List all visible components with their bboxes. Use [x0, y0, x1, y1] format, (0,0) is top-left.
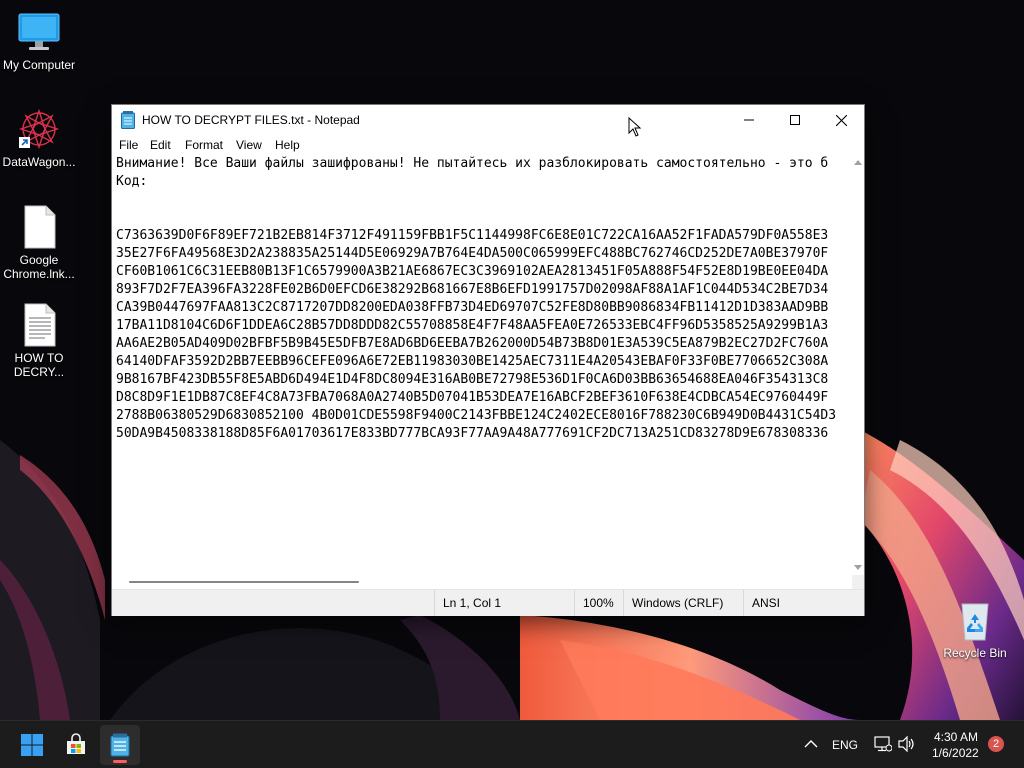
desktop-icon-google-chrome-lnk[interactable]: Google Chrome.lnk... [0, 205, 81, 281]
text-line: 893F7D2F7EA396FA3228FE02B6D0EFCD6E38292B… [116, 282, 829, 297]
minimize-button[interactable] [726, 105, 772, 135]
clock-date[interactable]: 1/6/2022 [932, 746, 979, 760]
line-ending: Windows (CRLF) [623, 590, 743, 616]
start-button[interactable] [12, 725, 52, 765]
notepad-icon [110, 733, 130, 757]
desktop-icon-label: Google Chrome.lnk... [3, 253, 75, 281]
maximize-icon [790, 115, 800, 125]
close-icon [835, 114, 847, 126]
desktop-icon-how-to-decrypt[interactable]: HOW TO DECRY... [0, 303, 81, 379]
text-line: 9B8167BF423DB55F8E5ABD6D494E1D4F8DC8094E… [116, 372, 829, 387]
language-indicator[interactable]: ENG [832, 738, 858, 752]
desktop-icon-label: HOW TO DECRY... [13, 351, 65, 379]
notification-badge[interactable]: 2 [988, 736, 1004, 752]
text-line: Код: [116, 174, 148, 189]
close-button[interactable] [818, 105, 864, 135]
text-line: Внимание! Все Ваши файлы зашифрованы! Не… [116, 156, 829, 171]
minimize-icon [744, 119, 754, 121]
scroll-down-icon [854, 565, 862, 570]
datawagon-shortcut-icon [18, 108, 60, 150]
clock-time[interactable]: 4:30 AM [934, 730, 978, 744]
scroll-up-icon [854, 160, 862, 165]
vertical-scrollbar[interactable] [852, 155, 864, 575]
menu-format[interactable]: Format [185, 138, 223, 152]
menu-bar: File Edit Format View Help [112, 135, 864, 155]
menu-view[interactable]: View [236, 138, 262, 152]
text-line: D8C8D9F1E1DB87C8EF4C8A73FBA7068A0A2740B5… [116, 390, 829, 405]
zoom-level: 100% [574, 590, 623, 616]
text-line [116, 209, 852, 227]
recycle-bin-icon [961, 603, 989, 641]
desktop-icon-label: DataWagon... [2, 155, 76, 169]
title-bar[interactable]: HOW TO DECRYPT FILES.txt - Notepad [112, 105, 864, 135]
text-line: 17BA11D8104C6D6F1DDEA6C28B57DD8DDD82C557… [116, 318, 829, 333]
horizontal-scroll-thumb[interactable] [129, 581, 359, 583]
document-icon [24, 205, 56, 249]
taskbar: ENG 4:30 AM 1/6/2022 [0, 720, 1024, 768]
desktop-icon-recycle-bin[interactable]: Recycle Bin [933, 598, 1017, 660]
active-app-indicator [113, 760, 127, 763]
text-line: 64140DFAF3592D2BB7EEBB96CEFE096A6E72EB11… [116, 354, 829, 369]
taskbar-notepad-button[interactable] [100, 725, 140, 765]
window-title: HOW TO DECRYPT FILES.txt - Notepad [142, 113, 360, 127]
show-hidden-icons-chevron-icon[interactable] [804, 739, 818, 749]
text-line: 35E27F6FA49568E3D2A238835A25144D5E06929A… [116, 246, 829, 261]
desktop-icon-my-computer[interactable]: My Computer [0, 10, 81, 72]
text-editor[interactable]: Внимание! Все Ваши файлы зашифрованы! Не… [112, 155, 852, 575]
windows-start-icon [21, 734, 43, 756]
volume-icon[interactable] [898, 736, 916, 752]
menu-edit[interactable]: Edit [150, 138, 171, 152]
horizontal-scrollbar[interactable] [112, 575, 852, 589]
text-line: C7363639D0F6F89EF721B2EB814F3712F491159F… [116, 228, 829, 243]
taskbar-store-button[interactable] [56, 725, 96, 765]
encoding: ANSI [743, 590, 864, 616]
notepad-window[interactable]: HOW TO DECRYPT FILES.txt - Notepad File … [112, 105, 864, 616]
status-bar: Ln 1, Col 1 100% Windows (CRLF) ANSI [112, 589, 864, 616]
menu-help[interactable]: Help [275, 138, 300, 152]
cursor-position: Ln 1, Col 1 [434, 590, 574, 616]
desktop-icon-label: My Computer [2, 58, 76, 72]
desktop-icon-datawagon[interactable]: DataWagon... [0, 107, 81, 169]
text-line: 50DA9B4508338188D85F6A01703617E833BD777B… [116, 426, 829, 441]
text-line: 2788B06380529D6830852100 4B0D01CDE5598F9… [116, 408, 837, 423]
maximize-button[interactable] [772, 105, 818, 135]
scrollbar-corner [852, 575, 864, 589]
text-line: CA39B0447697FAA813C2C8717207DD8200EDA038… [116, 300, 829, 315]
network-icon[interactable] [874, 736, 892, 752]
desktop-icon-label: Recycle Bin [943, 646, 1007, 660]
monitor-icon [18, 13, 60, 50]
mouse-cursor-icon [628, 117, 642, 137]
text-line: AA6AE2B05AD409D02BFBF5B9B45E5DFB7E8AD6BD… [116, 336, 829, 351]
text-line: CF60B1061C6C31EEB80B13F1C6579900A3B21AE6… [116, 264, 829, 279]
text-line [116, 191, 852, 209]
text-file-icon [24, 303, 56, 347]
notepad-icon [121, 111, 135, 129]
menu-file[interactable]: File [119, 138, 138, 152]
store-icon [67, 733, 85, 754]
